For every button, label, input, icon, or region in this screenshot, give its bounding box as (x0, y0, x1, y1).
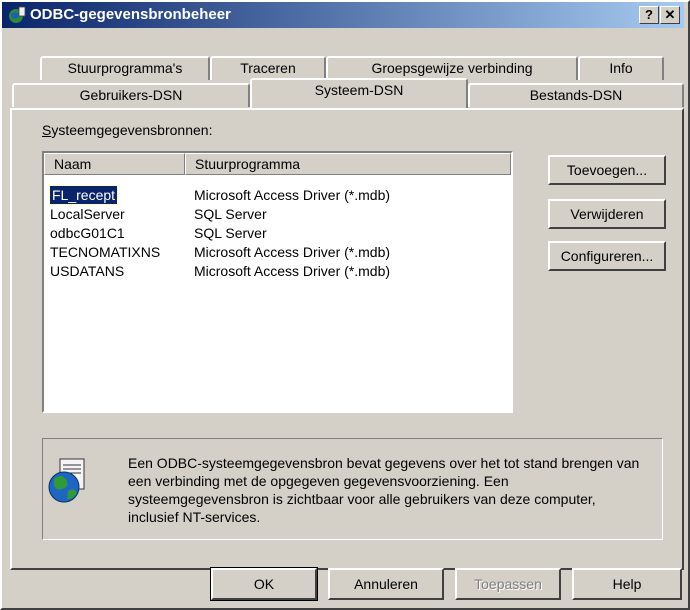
title-bar[interactable]: ODBC-gegevensbronbeheer ? ✕ (2, 2, 684, 28)
ok-button-label: OK (253, 576, 275, 592)
list-item-driver: SQL Server (194, 206, 267, 222)
list-label: Systeemgegevensbronnen: (42, 122, 213, 138)
info-description: Een ODBC-systeemgegevensbron bevat gegev… (128, 455, 640, 525)
configure-button[interactable]: Configureren... (548, 241, 666, 271)
column-header-naam[interactable]: Naam (44, 153, 185, 175)
list-item-name: FL_recept (48, 185, 119, 205)
tab-groepsgewijze-verbinding[interactable]: Groepsgewijze verbinding (326, 56, 578, 80)
add-button[interactable]: Toevoegen... (548, 155, 666, 185)
cancel-button[interactable]: Annuleren (328, 568, 444, 600)
data-source-list[interactable]: Naam Stuurprogramma FL_recept Microsoft … (42, 151, 513, 413)
list-label-text: ysteemgegevensbronnen: (51, 122, 213, 138)
list-item-driver: Microsoft Access Driver (*.mdb) (194, 244, 391, 260)
list-item-name: USDATANS (50, 263, 125, 279)
column-header-stuurprogramma[interactable]: Stuurprogramma (185, 153, 511, 175)
tab-bestands-dsn[interactable]: Bestands-DSN (468, 83, 684, 107)
globe-database-icon (48, 458, 85, 503)
apply-button-label: Toepassen (474, 576, 542, 592)
apply-button[interactable]: Toepassen (455, 568, 561, 600)
ok-button[interactable]: OK (210, 567, 318, 601)
help-button-label: Help (612, 576, 642, 592)
remove-button-label: Verwijderen (570, 206, 644, 222)
cancel-button-label: Annuleren (354, 576, 418, 592)
list-item-name: LocalServer (50, 206, 125, 222)
list-item-name: odbcG01C1 (50, 225, 125, 241)
list-item-driver: Microsoft Access Driver (*.mdb) (194, 263, 391, 279)
close-icon[interactable]: ✕ (660, 6, 680, 24)
tab-stuurprogrammas[interactable]: Stuurprogramma's (40, 56, 210, 80)
window-title: ODBC-gegevensbronbeheer (30, 6, 231, 23)
help-title-button[interactable]: ? (639, 6, 659, 24)
add-button-label: Toevoegen... (566, 162, 648, 178)
list-item-name: TECNOMATIXNS (50, 244, 161, 260)
list-item-driver: Microsoft Access Driver (*.mdb) (194, 187, 391, 203)
tab-gebruikers-dsn[interactable]: Gebruikers-DSN (12, 83, 250, 107)
tab-info[interactable]: Info (578, 56, 664, 80)
list-item-driver: SQL Server (194, 225, 267, 241)
odbc-app-icon (9, 6, 26, 23)
configure-button-label: Configureren... (560, 248, 654, 264)
remove-button[interactable]: Verwijderen (548, 199, 666, 229)
tab-systeem-dsn[interactable]: Systeem-DSN (250, 78, 468, 108)
help-button[interactable]: Help (572, 568, 682, 600)
tab-traceren[interactable]: Traceren (210, 56, 326, 80)
